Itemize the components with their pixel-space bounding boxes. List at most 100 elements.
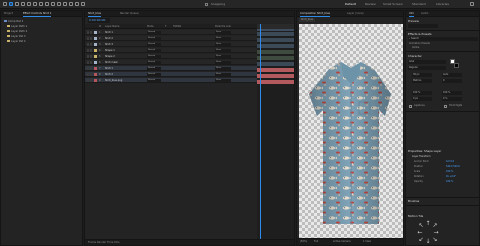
layer-duration-bar[interactable] — [257, 50, 294, 54]
opacity-value[interactable]: 100 % — [446, 180, 453, 184]
puppet-tool-icon[interactable] — [81, 2, 85, 6]
preview-title[interactable]: Preview — [408, 19, 419, 23]
blend-mode-select[interactable]: Normal — [147, 55, 161, 58]
parent-link-select[interactable]: None — [215, 49, 231, 52]
blend-mode-select[interactable]: Normal — [147, 37, 161, 40]
preview-shortcut-field[interactable] — [408, 24, 438, 28]
layer-name[interactable]: Shirt 1 — [105, 66, 113, 71]
rotate-tool-icon[interactable] — [27, 2, 31, 6]
lock-icon[interactable] — [90, 49, 92, 52]
tracking-field[interactable]: 0 — [442, 79, 462, 83]
timeline-layer-row[interactable]: 5 Shape 2 Normal None — [85, 54, 257, 59]
parent-link-select[interactable]: None — [215, 79, 231, 82]
workspace-libraries[interactable]: Libraries — [436, 2, 449, 7]
font-family-select[interactable]: Arial — [408, 60, 446, 64]
visibility-eye-icon[interactable] — [87, 37, 89, 40]
properties-title[interactable]: Properties: Shape Layer — [408, 149, 441, 153]
tab-render-queue[interactable]: Render Queue — [120, 12, 139, 16]
timeline-layer-row[interactable]: 2 Shirt 2 Normal None — [85, 36, 257, 41]
tab-composition[interactable]: Composition Shirt_blue — [300, 12, 331, 17]
font-size-field[interactable]: 36 px — [412, 73, 432, 77]
layer-label-color-icon[interactable] — [94, 79, 97, 82]
timeline-layer-row[interactable]: 8 Shirt 2 Normal None — [85, 72, 257, 77]
tab-info[interactable]: Info — [409, 12, 414, 17]
layer-duration-bar[interactable] — [257, 74, 294, 78]
parent-link-select[interactable]: None — [215, 31, 231, 34]
layer-name[interactable]: Shirt 2 — [105, 36, 113, 41]
project-item[interactable]: Layer Path 1 — [7, 25, 27, 29]
camera-tool-icon[interactable] — [33, 2, 37, 6]
timeline-layer-row[interactable]: 1 Shirt 1 Normal None — [85, 30, 257, 35]
layer-duration-bar[interactable] — [257, 68, 294, 72]
layer-label-color-icon[interactable] — [94, 37, 97, 40]
layer-name[interactable]: Shirt_blue.png — [105, 78, 122, 83]
layer-duration-bar[interactable] — [257, 62, 294, 66]
parent-link-select[interactable]: None — [215, 67, 231, 70]
lock-icon[interactable] — [90, 79, 92, 82]
snapping-checkbox[interactable] — [205, 3, 208, 6]
arrow-down-right-icon[interactable]: ↘ — [432, 237, 438, 243]
lock-icon[interactable] — [90, 37, 92, 40]
layer-duration-bar[interactable] — [257, 80, 294, 84]
parent-link-select[interactable]: None — [215, 55, 231, 58]
visibility-eye-icon[interactable] — [87, 73, 89, 76]
zoom-tool-icon[interactable] — [21, 2, 25, 6]
type-tool-icon[interactable] — [57, 2, 61, 6]
eraser-tool-icon[interactable] — [75, 2, 79, 6]
camera-select[interactable]: Active Camera — [333, 240, 351, 244]
layer-label-color-icon[interactable] — [94, 55, 97, 58]
ligatures-checkbox[interactable] — [409, 105, 412, 108]
visibility-eye-icon[interactable] — [87, 67, 89, 70]
tsume-field[interactable]: 0 % — [442, 97, 462, 101]
visibility-eye-icon[interactable] — [87, 49, 89, 52]
search-help-icon[interactable] — [470, 2, 474, 6]
lock-icon[interactable] — [90, 31, 92, 34]
layer-duration-bar[interactable] — [257, 44, 294, 48]
timeline-layer-row[interactable]: 6 Shirt mask Normal None — [85, 60, 257, 65]
motion-tile-title[interactable]: Motion Tile — [408, 214, 423, 218]
visibility-eye-icon[interactable] — [87, 31, 89, 34]
comp-breadcrumb[interactable]: Shirt_blue — [299, 18, 315, 22]
lock-icon[interactable] — [90, 43, 92, 46]
arrow-down-left-icon[interactable]: ↙ — [418, 237, 424, 243]
visibility-eye-icon[interactable] — [87, 61, 89, 64]
blend-mode-select[interactable]: Normal — [147, 49, 161, 52]
layer-label-color-icon[interactable] — [94, 31, 97, 34]
position-value[interactable]: 540.0 540.0 — [446, 165, 460, 169]
blend-mode-select[interactable]: Normal — [147, 43, 161, 46]
timecode-display[interactable]: 0:00:00:00 — [88, 18, 110, 23]
layer-duration-bar[interactable] — [257, 38, 294, 42]
layer-label-color-icon[interactable] — [94, 43, 97, 46]
kerning-field[interactable]: Metrics — [412, 79, 432, 83]
tab-audio[interactable]: Audio — [421, 12, 428, 16]
blend-mode-select[interactable]: Normal — [147, 67, 161, 70]
parent-link-select[interactable]: None — [215, 73, 231, 76]
workspace-default[interactable]: Default — [345, 2, 356, 7]
workspace-standard[interactable]: Standard — [412, 2, 426, 7]
blend-mode-select[interactable]: Normal — [147, 61, 161, 64]
timeline-layer-row[interactable]: 3 Shirt 3 Normal None — [85, 42, 257, 47]
anchor-point-value[interactable]: 0.0 0.0 — [446, 160, 454, 164]
vertical-scale-field[interactable]: 100 % — [412, 91, 432, 95]
horizontal-scale-field[interactable]: 100 % — [442, 91, 462, 95]
arrow-up-icon[interactable]: ↑ — [425, 221, 431, 227]
rotation-value[interactable]: 0x +0.0° — [446, 175, 456, 179]
layer-label-color-icon[interactable] — [94, 73, 97, 76]
blend-mode-select[interactable]: Normal — [147, 79, 161, 82]
leading-field[interactable]: Auto — [442, 73, 462, 77]
layer-label-color-icon[interactable] — [94, 49, 97, 52]
timeline-layer-row[interactable]: 9 Shirt_blue.png Normal None — [85, 78, 257, 83]
hand-tool-icon[interactable] — [15, 2, 19, 6]
work-area-bar[interactable] — [257, 29, 294, 31]
layer-label-color-icon[interactable] — [94, 67, 97, 70]
timeline-track-area[interactable] — [257, 24, 294, 245]
brushes-title[interactable]: Brushes — [408, 199, 419, 203]
visibility-eye-icon[interactable] — [87, 43, 89, 46]
project-item[interactable]: Layer Pat 3 — [7, 35, 26, 39]
hindi-digits-checkbox[interactable] — [444, 105, 447, 108]
brush-tool-icon[interactable] — [63, 2, 67, 6]
current-time-indicator[interactable] — [260, 24, 261, 245]
project-item[interactable]: Layer Pat 4 — [7, 40, 26, 44]
layer-name[interactable]: Shape 2 — [105, 54, 115, 59]
home-icon[interactable] — [3, 2, 7, 6]
